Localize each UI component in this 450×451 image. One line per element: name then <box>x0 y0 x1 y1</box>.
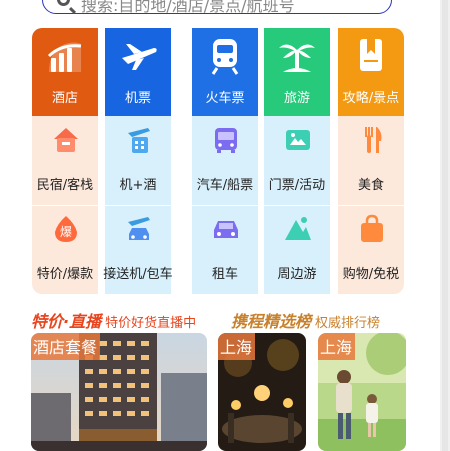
bus-ship-button[interactable]: 汽车/船票 <box>192 117 258 205</box>
homestay-label: 民宿/客栈 <box>36 178 94 193</box>
hotel-label: 酒店 <box>51 91 78 106</box>
plane-car-icon <box>128 217 150 240</box>
column-hotel: 酒店 民宿/客栈 爆 特价/爆款 <box>32 28 98 294</box>
homestay-button[interactable]: 民宿/客栈 <box>32 117 98 205</box>
outdoor-city-badge: 上海 <box>318 333 356 360</box>
bus-icon <box>215 128 237 153</box>
flight-button[interactable]: 机票 <box>105 28 171 116</box>
search-input[interactable]: 搜索:目的地/酒店/景点/航班号 <box>42 0 392 15</box>
train-icon <box>211 39 239 75</box>
train-button[interactable]: 火车票 <box>192 28 258 116</box>
tickets-button[interactable]: 门票/活动 <box>264 117 330 205</box>
shanghai-outdoor-card[interactable]: 上海 <box>318 333 406 451</box>
car-rental-button[interactable]: 租车 <box>192 206 258 294</box>
search-placeholder: 搜索:目的地/酒店/景点/航班号 <box>81 0 295 15</box>
service-grid: 酒店 民宿/客栈 爆 特价/爆款 机票 机+酒 接送机/包车 火车票 汽车/船票… <box>32 28 404 294</box>
promo-left-tag: 特价·直播 <box>31 312 102 331</box>
guide-button[interactable]: 攻略/景点 <box>338 28 404 116</box>
flight-hotel-label: 机+酒 <box>119 178 157 193</box>
food-button[interactable]: 美食 <box>338 117 404 205</box>
special-deals-button[interactable]: 爆 特价/爆款 <box>32 206 98 294</box>
car-icon <box>214 221 238 238</box>
column-guide: 攻略/景点 美食 购物/免税 <box>338 28 404 294</box>
food-label: 美食 <box>357 178 384 193</box>
guide-label: 攻略/景点 <box>342 91 400 106</box>
house-icon <box>54 128 78 152</box>
svg-text:爆: 爆 <box>60 225 72 239</box>
promo-right-tag: 携程精选榜 <box>231 312 312 331</box>
column-travel: 旅游 门票/活动 周边游 <box>264 28 330 294</box>
mountain-icon <box>285 217 311 240</box>
bookmark-book-icon <box>360 39 382 71</box>
ticket-icon <box>286 130 310 150</box>
travel-button[interactable]: 旅游 <box>264 28 330 116</box>
fire-badge-icon: 爆 <box>55 216 77 242</box>
airport-transfer-button[interactable]: 接送机/包车 <box>103 206 173 294</box>
hotel-button[interactable]: 酒店 <box>32 28 98 116</box>
flight-label: 机票 <box>124 91 151 106</box>
shopping-button[interactable]: 购物/免税 <box>338 206 404 294</box>
scrollbar-thumb[interactable] <box>442 0 448 451</box>
hotel-package-badge: 酒店套餐 <box>31 333 101 360</box>
car-rental-label: 租车 <box>211 267 238 282</box>
airplane-icon <box>122 44 157 70</box>
promo-right-subtitle: 权威排行榜 <box>315 316 381 331</box>
airport-transfer-label: 接送机/包车 <box>103 267 173 282</box>
search-icon <box>57 0 70 6</box>
nearby-trips-label: 周边游 <box>277 267 317 282</box>
shopping-label: 购物/免税 <box>342 267 400 282</box>
nearby-trips-button[interactable]: 周边游 <box>264 206 330 294</box>
shanghai-dining-card[interactable]: 上海 <box>218 333 306 451</box>
column-flight: 机票 机+酒 接送机/包车 <box>103 28 173 294</box>
scrollbar[interactable] <box>440 0 450 451</box>
hotel-chart-icon <box>47 42 82 72</box>
special-deals-label: 特价/爆款 <box>36 267 94 282</box>
flight-hotel-button[interactable]: 机+酒 <box>105 117 171 205</box>
train-label: 火车票 <box>205 91 245 106</box>
bus-ship-label: 汽车/船票 <box>196 178 254 193</box>
shopping-bag-icon <box>361 214 383 242</box>
fork-knife-icon <box>365 127 382 153</box>
dining-city-badge: 上海 <box>218 333 256 360</box>
promo-left-subtitle: 特价好货直播中 <box>105 316 197 331</box>
plane-hotel-icon <box>128 128 150 153</box>
column-train: 火车票 汽车/船票 租车 <box>192 28 258 294</box>
tickets-label: 门票/活动 <box>268 178 326 193</box>
palm-tree-icon <box>279 44 315 72</box>
hotel-package-card[interactable]: 酒店套餐 <box>31 333 207 451</box>
promo-left-header[interactable]: 特价·直播 特价好货直播中 <box>31 308 197 331</box>
promo-right-header[interactable]: 携程精选榜 权威排行榜 <box>231 308 381 331</box>
travel-label: 旅游 <box>283 91 310 106</box>
